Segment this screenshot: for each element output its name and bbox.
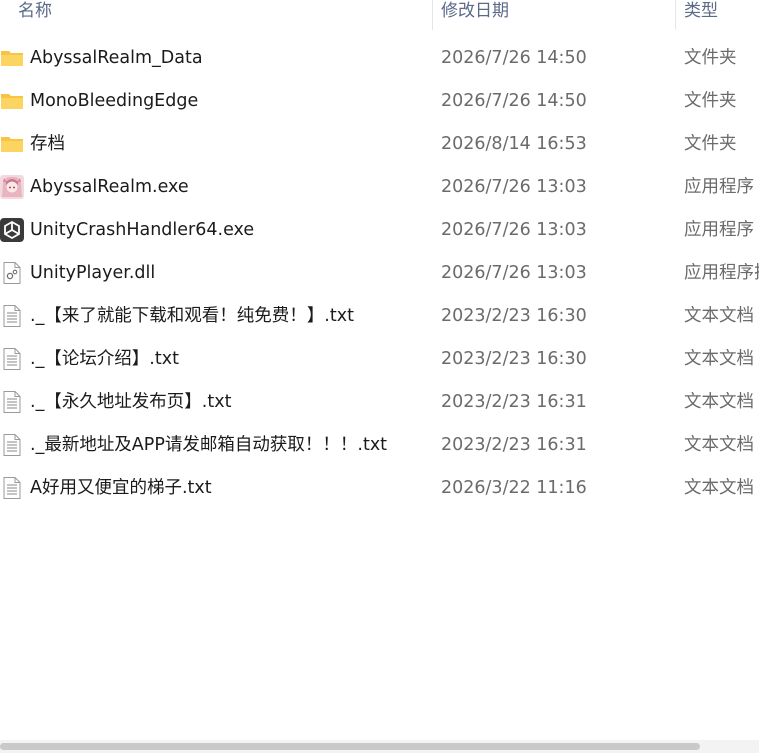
folder-icon bbox=[0, 132, 24, 156]
file-name: ._最新地址及APP请发邮箱自动获取！！！.txt bbox=[30, 435, 388, 455]
file-type: 文本文档 bbox=[684, 435, 754, 455]
file-date: 2023/2/23 16:31 bbox=[441, 435, 587, 455]
file-date: 2026/8/14 16:53 bbox=[441, 134, 587, 154]
file-name: UnityCrashHandler64.exe bbox=[30, 220, 255, 240]
folder-icon bbox=[0, 46, 24, 70]
file-name: ._【永久地址发布页】.txt bbox=[30, 392, 232, 412]
text-file-icon bbox=[0, 476, 24, 500]
file-type: 文本文档 bbox=[684, 478, 754, 498]
app-avatar-icon bbox=[0, 175, 24, 199]
file-type: 应用程序 bbox=[684, 220, 754, 240]
file-row[interactable]: 存档 2026/8/14 16:53 文件夹 bbox=[0, 123, 759, 166]
file-date: 2026/7/26 14:50 bbox=[441, 91, 587, 111]
file-row[interactable]: AbyssalRealm_Data 2026/7/26 14:50 文件夹 bbox=[0, 37, 759, 80]
folder-icon bbox=[0, 89, 24, 113]
file-date: 2023/2/23 16:31 bbox=[441, 392, 587, 412]
file-date: 2026/3/22 11:16 bbox=[441, 478, 587, 498]
column-header-bar: 名称 修改日期 类型 bbox=[0, 0, 759, 30]
file-row[interactable]: MonoBleedingEdge 2026/7/26 14:50 文件夹 bbox=[0, 80, 759, 123]
text-file-icon bbox=[0, 390, 24, 414]
file-row[interactable]: A好用又便宜的梯子.txt 2026/3/22 11:16 文本文档 bbox=[0, 467, 759, 510]
file-date: 2026/7/26 13:03 bbox=[441, 263, 587, 283]
file-type: 文件夹 bbox=[684, 48, 737, 68]
file-name: MonoBleedingEdge bbox=[30, 91, 199, 111]
file-name: AbyssalRealm.exe bbox=[30, 177, 189, 197]
text-file-icon bbox=[0, 347, 24, 371]
file-date: 2026/7/26 14:50 bbox=[441, 48, 587, 68]
file-type: 文本文档 bbox=[684, 349, 754, 369]
file-type: 应用程序扩 bbox=[684, 263, 759, 283]
file-row[interactable]: UnityCrashHandler64.exe 2026/7/26 13:03 … bbox=[0, 209, 759, 252]
file-date: 2023/2/23 16:30 bbox=[441, 349, 587, 369]
file-type: 文件夹 bbox=[684, 134, 737, 154]
file-date: 2023/2/23 16:30 bbox=[441, 306, 587, 326]
file-type: 应用程序 bbox=[684, 177, 754, 197]
dll-file-icon bbox=[0, 261, 24, 285]
file-date: 2026/7/26 13:03 bbox=[441, 220, 587, 240]
file-type: 文件夹 bbox=[684, 91, 737, 111]
file-name: AbyssalRealm_Data bbox=[30, 48, 203, 68]
text-file-icon bbox=[0, 433, 24, 457]
file-row[interactable]: ._最新地址及APP请发邮箱自动获取！！！.txt 2023/2/23 16:3… bbox=[0, 424, 759, 467]
column-header-name[interactable]: 名称 bbox=[18, 0, 52, 30]
column-divider[interactable] bbox=[675, 0, 676, 30]
file-row[interactable]: ._【论坛介绍】.txt 2023/2/23 16:30 文本文档 bbox=[0, 338, 759, 381]
file-row[interactable]: ._【永久地址发布页】.txt 2023/2/23 16:31 文本文档 bbox=[0, 381, 759, 424]
file-row[interactable]: AbyssalRealm.exe 2026/7/26 13:03 应用程序 bbox=[0, 166, 759, 209]
column-divider[interactable] bbox=[432, 0, 433, 30]
column-header-date[interactable]: 修改日期 bbox=[441, 0, 509, 30]
file-row[interactable]: UnityPlayer.dll 2026/7/26 13:03 应用程序扩 bbox=[0, 252, 759, 295]
file-name: ._【来了就能下载和观看！纯免费！】.txt bbox=[30, 306, 354, 326]
scrollbar-thumb[interactable] bbox=[0, 743, 700, 750]
file-type: 文本文档 bbox=[684, 306, 754, 326]
file-name: ._【论坛介绍】.txt bbox=[30, 349, 179, 369]
horizontal-scrollbar[interactable] bbox=[0, 740, 759, 753]
text-file-icon bbox=[0, 304, 24, 328]
file-date: 2026/7/26 13:03 bbox=[441, 177, 587, 197]
file-list: AbyssalRealm_Data 2026/7/26 14:50 文件夹 Mo… bbox=[0, 37, 759, 510]
unity-icon bbox=[0, 218, 24, 242]
file-type: 文本文档 bbox=[684, 392, 754, 412]
file-name: 存档 bbox=[30, 134, 65, 154]
file-name: UnityPlayer.dll bbox=[30, 263, 156, 283]
file-row[interactable]: ._【来了就能下载和观看！纯免费！】.txt 2023/2/23 16:30 文… bbox=[0, 295, 759, 338]
column-header-type[interactable]: 类型 bbox=[684, 0, 718, 30]
file-name: A好用又便宜的梯子.txt bbox=[30, 478, 212, 498]
